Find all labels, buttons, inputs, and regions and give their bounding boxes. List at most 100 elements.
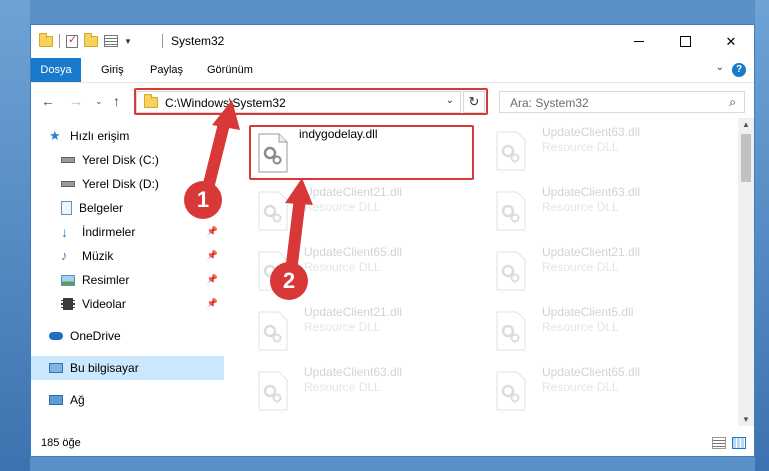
navigation-bar: ← → ⌄ ↑ C:\Windows\System32 ⌄ ↻ Ara: Sys… [31, 82, 754, 119]
file-name: UpdateClient21.dll [542, 245, 641, 259]
tiles-view-icon[interactable] [732, 437, 746, 449]
tab-dosya[interactable]: Dosya [31, 58, 81, 82]
file-item[interactable]: UpdateClient63.dll Resource DLL [249, 363, 479, 418]
sidebar-item-label: OneDrive [70, 329, 121, 343]
network-icon [49, 395, 63, 405]
sidebar-item-label: Müzik [82, 249, 114, 263]
sidebar-item-label: Ağ [70, 393, 85, 407]
new-folder-icon[interactable] [84, 32, 98, 47]
close-button[interactable]: ✕ [708, 25, 754, 58]
window-title: System32 [171, 34, 225, 48]
sidebar-item-this-pc[interactable]: Bu bilgisayar [31, 356, 224, 380]
file-name: UpdateClient21.dll [304, 305, 403, 319]
search-box[interactable]: Ara: System32 ⌕ [499, 91, 745, 113]
dll-file-icon [496, 191, 526, 231]
help-icon[interactable]: ? [732, 63, 746, 77]
pin-icon[interactable]: 📌 [207, 250, 218, 261]
sidebar-item-label: Videolar [82, 297, 126, 311]
dll-file-icon [496, 131, 526, 171]
file-name: UpdateClient63.dll [542, 125, 641, 139]
maximize-icon [679, 36, 691, 47]
tab-paylas[interactable]: Paylaş [150, 58, 183, 82]
dll-file-icon [496, 251, 526, 291]
download-icon: ↓ [61, 224, 68, 240]
file-description: Resource DLL [542, 200, 619, 214]
pin-icon[interactable]: 📌 [207, 226, 218, 237]
explorer-window: ▼ System32 ✕ Dosya Giriş Paylaş Görünüm … [30, 24, 755, 457]
sidebar-item-downloads[interactable]: ↓ İndirmeler 📌 [31, 220, 224, 244]
sidebar-item-network[interactable]: Ağ [31, 388, 224, 412]
properties-icon[interactable] [66, 33, 78, 48]
file-item[interactable]: UpdateClient21.dll Resource DLL [487, 243, 717, 298]
picture-icon [61, 274, 75, 286]
title-bar: ▼ System32 ✕ [31, 25, 754, 58]
sidebar-item-label: Bu bilgisayar [70, 361, 139, 375]
forward-button[interactable]: → [69, 93, 83, 109]
dll-file-icon [496, 371, 526, 411]
file-highlight-box [249, 125, 474, 180]
pin-icon[interactable]: 📌 [207, 274, 218, 285]
customize-toolbar-icon[interactable]: ▼ [124, 37, 132, 46]
close-icon: ✕ [725, 33, 737, 49]
navigation-pane: ★ Hızlı erişim Yerel Disk (C:) Yerel Dis… [31, 118, 224, 426]
file-description: Resource DLL [304, 200, 381, 214]
details-view-icon[interactable] [712, 437, 726, 449]
file-name: UpdateClient63.dll [542, 185, 641, 199]
desktop-background-left [0, 0, 30, 471]
step-badge-2: 2 [270, 262, 308, 300]
view-icon[interactable] [104, 35, 118, 47]
file-item[interactable]: UpdateClient21.dll Resource DLL [249, 183, 479, 238]
minimize-button[interactable] [616, 25, 662, 58]
minimize-icon [634, 41, 644, 42]
scroll-up-icon[interactable]: ▲ [742, 120, 750, 129]
sidebar-item-videos[interactable]: Videolar 📌 [31, 292, 224, 316]
sidebar-item-quick-access[interactable]: ★ Hızlı erişim [31, 124, 224, 148]
scroll-down-icon[interactable]: ▼ [742, 415, 750, 424]
ribbon-tabs: Dosya Giriş Paylaş Görünüm ⌄ ? [31, 58, 754, 82]
recent-locations-icon[interactable]: ⌄ [95, 96, 103, 107]
item-count: 185 öğe [41, 437, 81, 449]
expand-ribbon-icon[interactable]: ⌄ [716, 62, 724, 73]
dll-file-icon [258, 191, 288, 231]
pin-icon[interactable]: 📌 [207, 298, 218, 309]
sidebar-item-music[interactable]: ♪ Müzik 📌 [31, 244, 224, 268]
file-item[interactable]: UpdateClient21.dll Resource DLL [249, 303, 479, 358]
maximize-button[interactable] [662, 25, 708, 58]
title-divider [162, 34, 163, 48]
file-item[interactable]: UpdateClient63.dll Resource DLL [487, 183, 717, 238]
step-badge-1: 1 [184, 181, 222, 219]
file-name: UpdateClient65.dll [542, 365, 641, 379]
desktop-background-right [755, 0, 769, 471]
tab-gorunum[interactable]: Görünüm [207, 58, 253, 82]
sidebar-item-label: Resimler [82, 273, 130, 287]
dll-file-icon [258, 311, 288, 351]
sidebar-item-label: Yerel Disk (C:) [82, 153, 159, 167]
sidebar-item-label: Hızlı erişim [70, 129, 130, 143]
drive-icon [61, 181, 75, 187]
file-description: Resource DLL [542, 320, 619, 334]
sidebar-item-label: Belgeler [79, 201, 124, 215]
back-button[interactable]: ← [41, 93, 55, 109]
file-description: Resource DLL [542, 140, 619, 154]
address-highlight-box [134, 88, 488, 115]
folder-icon [39, 32, 53, 47]
toolbar-divider [59, 34, 60, 48]
sidebar-item-pictures[interactable]: Resimler 📌 [31, 268, 224, 292]
sidebar-item-disk-c[interactable]: Yerel Disk (C:) [31, 148, 224, 172]
computer-icon [49, 363, 63, 373]
vertical-scrollbar[interactable]: ▲ ▼ [738, 118, 754, 426]
scroll-thumb[interactable] [741, 134, 751, 182]
file-description: Resource DLL [542, 380, 619, 394]
file-description: Resource DLL [304, 260, 381, 274]
video-icon [61, 298, 75, 310]
file-item[interactable]: UpdateClient65.dll Resource DLL [487, 363, 717, 418]
tab-giris[interactable]: Giriş [101, 58, 124, 82]
file-item[interactable]: UpdateClient63.dll Resource DLL [487, 123, 717, 178]
file-description: Resource DLL [304, 320, 381, 334]
up-button[interactable]: ↑ [113, 93, 120, 109]
search-placeholder: Ara: System32 [510, 96, 589, 110]
file-item[interactable]: UpdateClient5.dll Resource DLL [487, 303, 717, 358]
file-name: UpdateClient5.dll [542, 305, 634, 319]
sidebar-item-onedrive[interactable]: OneDrive [31, 324, 224, 348]
file-description: Resource DLL [304, 380, 381, 394]
